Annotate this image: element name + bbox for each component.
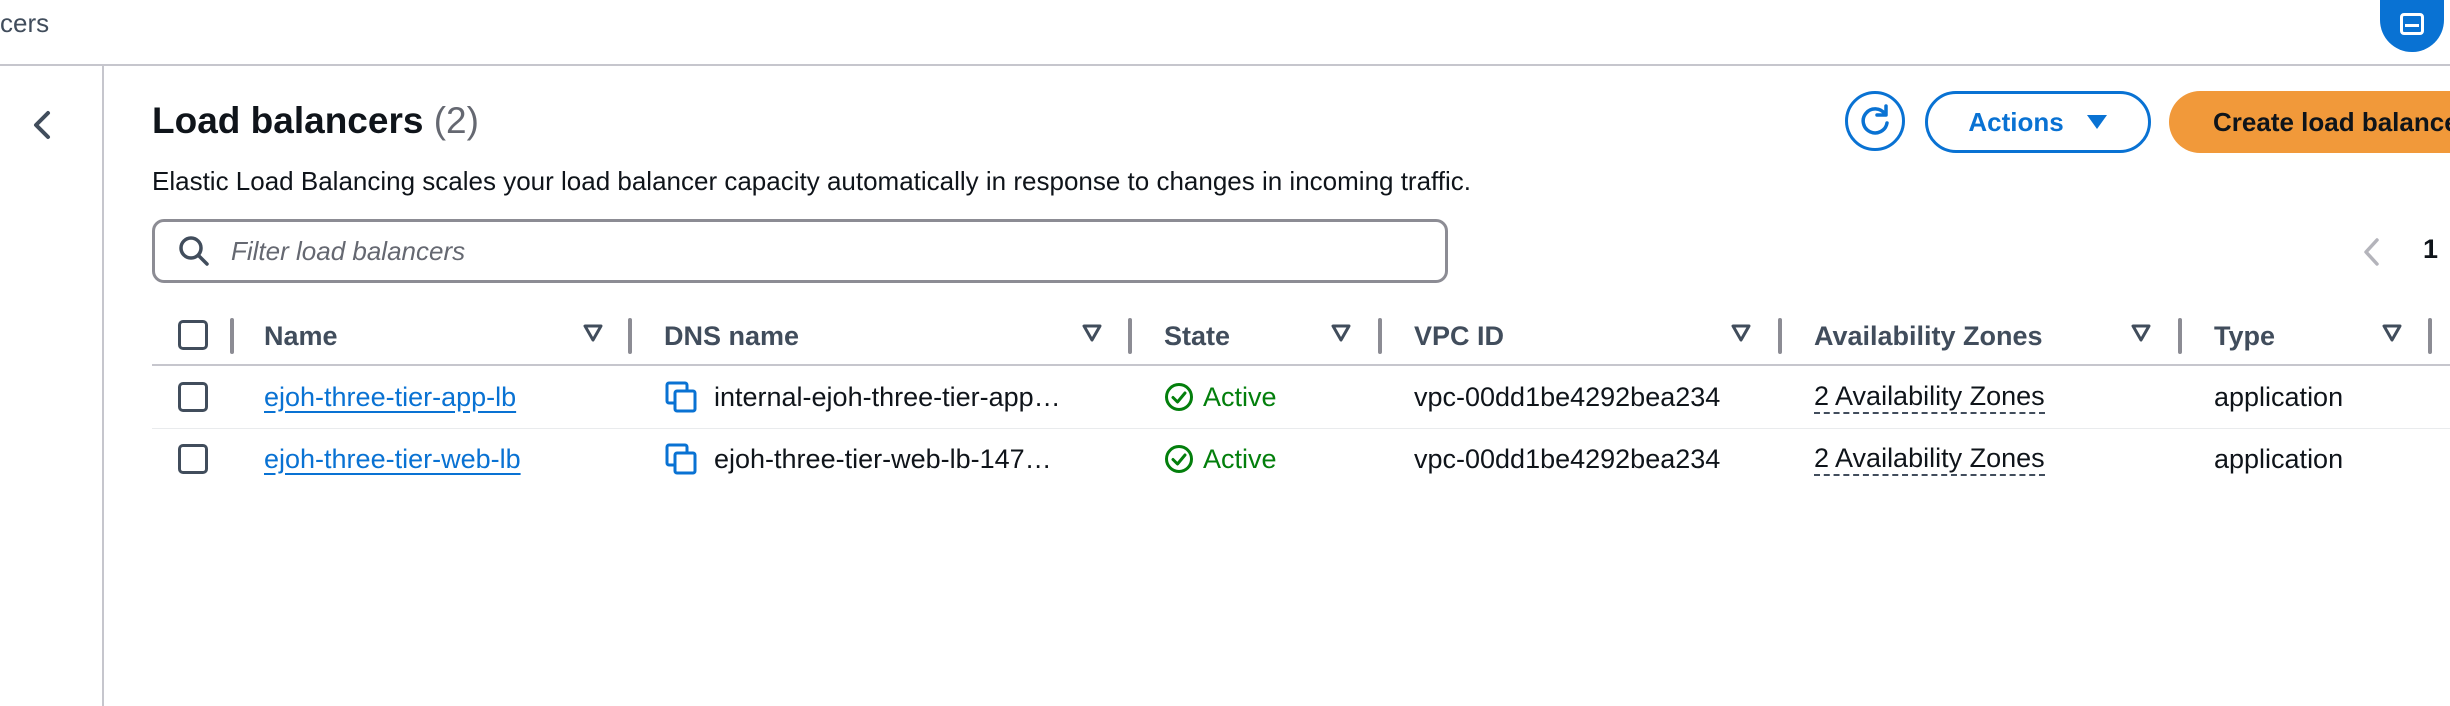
state-text: Active [1203, 381, 1277, 412]
previous-page-icon[interactable] [2360, 235, 2382, 269]
sort-icon[interactable] [1081, 322, 1103, 344]
user-menu-button[interactable] [2380, 0, 2444, 52]
column-header-availability-zones[interactable]: Availability Zones [1814, 308, 2043, 364]
dns-name-text: ejoh-three-tier-web-lb-147… [714, 443, 1052, 474]
column-header-dns-name[interactable]: DNS name [664, 308, 799, 364]
column-header-type[interactable]: Type [2214, 308, 2275, 364]
dns-name-text: internal-ejoh-three-tier-app… [714, 381, 1061, 412]
column-divider[interactable] [1778, 318, 1782, 354]
column-header-state[interactable]: State [1164, 308, 1230, 364]
top-navigation-bar: cers [0, 0, 2450, 66]
sort-icon[interactable] [582, 322, 604, 344]
current-page-number[interactable]: 1 [2423, 234, 2438, 265]
column-header-name[interactable]: Name [264, 308, 338, 364]
sort-icon[interactable] [2381, 322, 2403, 344]
column-divider[interactable] [628, 318, 632, 354]
caret-down-icon [2086, 115, 2107, 129]
copy-icon[interactable] [664, 380, 698, 414]
vpc-id-cell: vpc-00dd1be4292bea234 [1414, 443, 1721, 474]
column-divider[interactable] [2178, 318, 2182, 354]
console-icon [2400, 13, 2424, 35]
refresh-button[interactable] [1845, 91, 1905, 151]
page-description: Elastic Load Balancing scales your load … [152, 166, 1472, 196]
status-indicator: Active [1164, 366, 1277, 428]
row-checkbox[interactable] [178, 444, 208, 474]
create-load-balancer-button[interactable]: Create load balancer [2169, 91, 2450, 153]
create-label: Create load balancer [2213, 106, 2450, 137]
page-title: Load balancers (2) [152, 100, 479, 142]
state-text: Active [1203, 443, 1277, 474]
search-icon [179, 236, 209, 266]
type-cell: application [2214, 443, 2344, 474]
table-row[interactable]: ejoh-three-tier-web-lb ejoh-three-tier-w… [152, 428, 2450, 490]
column-divider[interactable] [1128, 318, 1132, 354]
availability-zones-popover[interactable]: 2 Availability Zones [1814, 442, 2045, 476]
dns-name-cell: internal-ejoh-three-tier-app… [664, 366, 1061, 428]
column-divider[interactable] [1378, 318, 1382, 354]
vpc-id-cell: vpc-00dd1be4292bea234 [1414, 381, 1721, 412]
select-all-checkbox[interactable] [178, 320, 208, 350]
dns-name-cell: ejoh-three-tier-web-lb-147… [664, 428, 1052, 490]
chevron-left-icon[interactable] [26, 105, 56, 145]
column-divider[interactable] [2428, 318, 2432, 354]
copy-icon[interactable] [664, 442, 698, 476]
table-row[interactable]: ejoh-three-tier-app-lb internal-ejoh-thr… [152, 366, 2450, 429]
column-header-vpc-id[interactable]: VPC ID [1414, 308, 1504, 364]
load-balancer-name-link[interactable]: ejoh-three-tier-app-lb [264, 382, 516, 413]
availability-zones-popover[interactable]: 2 Availability Zones [1814, 380, 2045, 414]
row-checkbox[interactable] [178, 382, 208, 412]
column-divider[interactable] [230, 318, 234, 354]
check-circle-icon [1165, 445, 1193, 473]
table-header: Name DNS name State VPC ID Availability … [152, 308, 2450, 366]
load-balancer-name-link[interactable]: ejoh-three-tier-web-lb [264, 444, 521, 475]
breadcrumb[interactable]: cers [0, 8, 49, 39]
check-circle-icon [1165, 383, 1193, 411]
filter-input[interactable] [229, 234, 1233, 268]
actions-dropdown-button[interactable]: Actions [1925, 91, 2151, 153]
sort-icon[interactable] [1730, 322, 1752, 344]
filter-field[interactable] [152, 219, 1448, 283]
actions-label: Actions [1968, 106, 2064, 137]
status-indicator: Active [1164, 428, 1277, 490]
type-cell: application [2214, 381, 2344, 412]
page-title-text: Load balancers [152, 100, 424, 141]
resource-count: (2) [433, 100, 479, 141]
refresh-icon [1861, 104, 1889, 135]
side-navigation-rail [0, 66, 104, 706]
sort-icon[interactable] [1330, 322, 1352, 344]
sort-icon[interactable] [2130, 322, 2152, 344]
